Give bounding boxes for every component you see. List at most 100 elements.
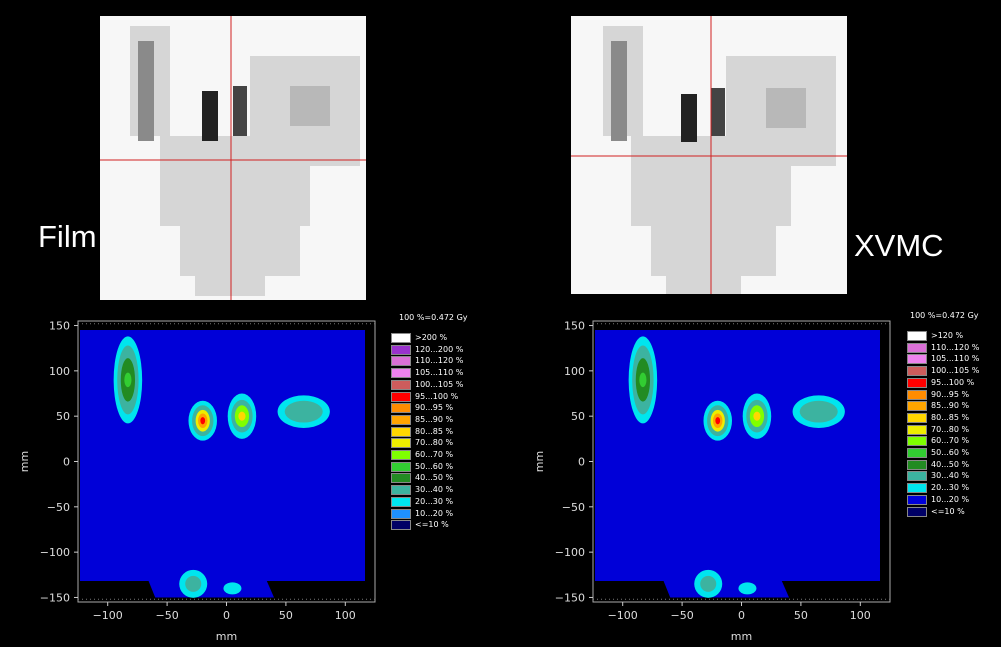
legend-label: 20...30 % xyxy=(931,483,970,493)
legend-item: 60...70 % xyxy=(391,450,481,461)
legend-item: 105...110 % xyxy=(391,368,481,379)
legend-item: 120...200 % xyxy=(391,344,481,356)
legend-swatch xyxy=(391,403,411,414)
xvmc-dose-image xyxy=(571,16,847,294)
dose-contour xyxy=(200,417,206,425)
legend-item: 10...20 % xyxy=(391,508,481,520)
legend-swatch xyxy=(391,485,411,496)
legend-item: 30...40 % xyxy=(907,471,997,482)
film-dose-plot: −100 −50 0 50 100 150 100 50 0 −50 −100 −150 mm mm xyxy=(18,320,376,643)
x-axis-label: mm xyxy=(731,630,752,643)
legend-item: 70...80 % xyxy=(391,438,481,449)
legend-swatch xyxy=(391,333,411,343)
x-tick-label: −100 xyxy=(608,609,638,622)
x-tick-label: 50 xyxy=(794,609,808,622)
legend-swatch xyxy=(907,401,927,412)
dose-contour xyxy=(700,575,717,592)
dose-contour xyxy=(715,417,721,425)
legend-label: 50...60 % xyxy=(931,448,970,457)
legend-label: 60...70 % xyxy=(931,436,970,446)
legend-label: 110...120 % xyxy=(415,356,464,366)
legend-item: 50...60 % xyxy=(907,448,997,459)
y-tick-label: 0 xyxy=(578,456,585,469)
xvmc-spot-1 xyxy=(681,94,697,142)
legend-label: 100...105 % xyxy=(931,366,980,376)
legend-swatch xyxy=(391,426,411,437)
xvmc-spot-2 xyxy=(711,88,725,136)
xvmc-spot-3 xyxy=(766,88,806,128)
legend-item: 105...110 % xyxy=(907,354,997,365)
legend-label: 105...110 % xyxy=(415,368,464,378)
legend-item: 10...20 % xyxy=(907,494,997,506)
legend-label: 50...60 % xyxy=(415,461,454,471)
legend-label: 70...80 % xyxy=(931,424,970,434)
legend-label: 30...40 % xyxy=(931,471,970,481)
legend-item: 50...60 % xyxy=(391,461,481,473)
legend-swatch xyxy=(907,483,927,494)
y-tick-label: −100 xyxy=(40,546,70,559)
legend-item: 80...85 % xyxy=(907,412,997,424)
y-tick-label: 100 xyxy=(564,365,585,378)
legend-label: 90...95 % xyxy=(931,389,970,399)
legend-item: 90...95 % xyxy=(907,389,997,401)
legend-swatch xyxy=(907,412,927,423)
legend-item: 20...30 % xyxy=(391,496,481,508)
x-tick-label: −100 xyxy=(93,609,123,622)
xvmc-dose-plot: −100 −50 0 50 100 150 100 50 0 −50 −100 −150 mm mm xyxy=(533,320,891,643)
legend-item: 80...85 % xyxy=(391,426,481,438)
legend-item: 95...100 % xyxy=(907,377,997,389)
legend-item: 95...100 % xyxy=(391,391,481,403)
legend-swatch xyxy=(907,459,927,470)
y-tick-label: −150 xyxy=(555,591,585,604)
y-tick-label: 50 xyxy=(571,410,585,423)
dose-contour xyxy=(753,411,761,421)
legend-label: 105...110 % xyxy=(931,354,980,364)
film-spot-1 xyxy=(202,91,218,141)
legend-swatch xyxy=(391,520,411,531)
film-left-column xyxy=(138,41,154,141)
legend-label: 120...200 % xyxy=(415,344,464,354)
x-tick-label: −50 xyxy=(670,609,693,622)
film-spot-2 xyxy=(233,86,247,136)
legend-item: 100...105 % xyxy=(391,379,481,391)
legend-label: >120 % xyxy=(931,331,964,340)
legend-label: 40...50 % xyxy=(415,473,454,483)
y-axis-label: mm xyxy=(533,451,546,472)
x-tick-label: 0 xyxy=(223,609,230,622)
legend-swatch xyxy=(391,356,411,367)
legend-label: 110...120 % xyxy=(931,342,980,352)
legend-swatch xyxy=(907,494,927,505)
legend-label: <=10 % xyxy=(415,520,449,530)
x-tick-label: −50 xyxy=(155,609,178,622)
legend-swatch xyxy=(907,471,927,482)
legend-label: 10...20 % xyxy=(415,508,454,518)
dose-contour xyxy=(185,575,202,592)
dose-contour xyxy=(238,411,246,421)
legend-item: <=10 % xyxy=(907,506,997,518)
x-tick-label: 50 xyxy=(279,609,293,622)
dose-contour xyxy=(284,400,323,423)
legend-label: 20...30 % xyxy=(415,496,454,506)
dose-region-edge xyxy=(80,330,105,581)
legend-item: 20...30 % xyxy=(907,483,997,494)
legend-swatch xyxy=(391,473,411,484)
legend-item: <=10 % xyxy=(391,520,481,531)
legend-label: 40...50 % xyxy=(931,459,970,469)
legend-swatch xyxy=(391,496,411,507)
legend-label: 70...80 % xyxy=(415,438,454,448)
legend-label: <=10 % xyxy=(931,506,965,516)
xvmc-dose-legend: 100 %=0.472 Gy >120 % 110...120 % 105...11… xyxy=(907,311,999,541)
legend-item: 100...105 % xyxy=(907,366,997,377)
legend-swatch xyxy=(907,377,927,388)
legend-label: 60...70 % xyxy=(415,450,454,459)
legend-swatch xyxy=(907,354,927,365)
legend-label: 30...40 % xyxy=(415,485,454,495)
legend-title: 100 %=0.472 Gy xyxy=(910,311,979,320)
legend-swatch xyxy=(391,438,411,449)
legend-swatch xyxy=(391,414,411,425)
y-tick-label: 0 xyxy=(63,456,70,469)
legend-label: 85...90 % xyxy=(415,414,454,424)
legend-item: 85...90 % xyxy=(907,401,997,412)
legend-title: 100 %=0.472 Gy xyxy=(399,313,468,322)
legend-label: 80...85 % xyxy=(415,426,454,436)
